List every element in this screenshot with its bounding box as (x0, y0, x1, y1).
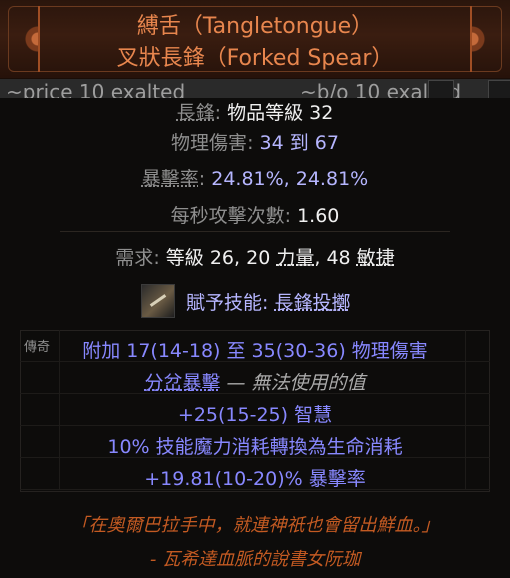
requirements-label: 需求 (115, 247, 154, 269)
class-line: 長鋒: 物品等級 32 (176, 102, 334, 124)
aps-label: 每秒攻擊次數 (170, 205, 285, 227)
phys-damage-value: 34 到 67 (259, 132, 339, 154)
granted-skill-row[interactable]: 賦予技能: 長鋒投擲 (0, 282, 510, 320)
flavor-quote: 「在奧爾巴拉手中，就連神祇也會留出鮮血。」 (70, 515, 440, 536)
mod-line-3: +25(15-25) 智慧 (177, 404, 333, 426)
item-class-label: 長鋒 (176, 102, 215, 124)
divider (60, 231, 450, 232)
mod-line-2: 分岔暴擊 — 無法使用的值 (0, 368, 510, 395)
req-dex-value: 48 (326, 247, 351, 269)
item-tooltip: ~price 10 exalted ~b/o 10 exalted 縛舌（Tan… (0, 0, 510, 578)
flavor-attribution: - 瓦希達血脈的說書女阮珈 (149, 549, 361, 570)
aps-line: 每秒攻擊次數: 1.60 (170, 205, 340, 227)
aps-value: 1.60 (297, 205, 340, 227)
phys-damage-label: 物理傷害 (171, 132, 248, 154)
item-header: 縛舌（Tangletongue） 叉狀長鋒（Forked Spear） (0, 0, 510, 79)
item-base-type: 叉狀長鋒（Forked Spear） (116, 46, 394, 71)
spear-throw-skill-icon (141, 284, 175, 318)
req-str-value: 20 (246, 247, 271, 269)
item-level-label: 物品等級 (227, 102, 304, 124)
granted-skill-name[interactable]: 長鋒投擲 (274, 292, 350, 314)
crit-value: 24.81%, 24.81% (211, 168, 369, 190)
req-level-value: 26 (209, 247, 235, 269)
req-str-label: 力量 (276, 247, 315, 269)
item-stats-panel: 長鋒: 物品等級 32 物理傷害: 34 到 67 暴擊率: 24.81%, 2… (0, 98, 510, 578)
mod-line-5: +19.81(10-20)% 暴擊率 (144, 468, 366, 490)
phys-damage-line: 物理傷害: 34 到 67 (171, 132, 339, 154)
crit-line: 暴擊率: 24.81%, 24.81% (141, 168, 369, 190)
item-level-value: 32 (309, 102, 334, 124)
forked-crit-keyword[interactable]: 分岔暴擊 (144, 372, 220, 394)
mod-line-1: 附加 17(14-18) 至 35(30-36) 物理傷害 (82, 340, 428, 362)
granted-skill-label: 賦予技能 (186, 292, 263, 314)
crit-label: 暴擊率 (141, 168, 199, 190)
requirements-line: 需求: 等級 26, 20 力量, 48 敏捷 (115, 247, 395, 269)
req-dex-label: 敏捷 (356, 247, 395, 269)
mod-line-4: 10% 技能魔力消耗轉換為生命消耗 (107, 436, 403, 458)
unusable-value-note: — 無法使用的值 (226, 372, 366, 394)
item-name: 縛舌（Tangletongue） (136, 14, 374, 39)
req-level-label: 等級 (165, 247, 204, 269)
